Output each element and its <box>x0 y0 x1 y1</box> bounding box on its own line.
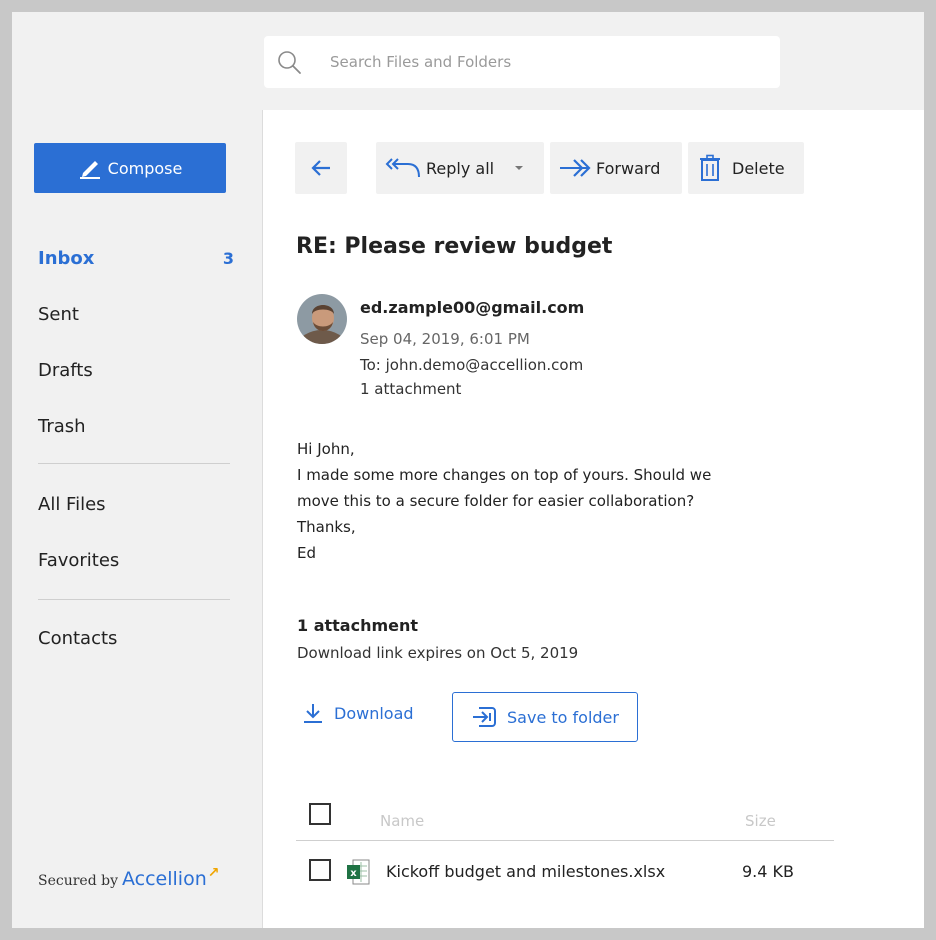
message-body-line: Hi John, <box>297 440 355 458</box>
delete-button[interactable]: Delete <box>688 142 804 194</box>
sidebar-item-label: Inbox <box>38 247 95 269</box>
message-date: Sep 04, 2019, 6:01 PM <box>360 330 530 348</box>
excel-file-icon: x <box>347 859 370 885</box>
sidebar-item-label: Sent <box>38 303 79 325</box>
sender-email[interactable]: ed.zample00@gmail.com <box>360 298 584 317</box>
brand-name: Accellion <box>122 868 207 890</box>
file-row-checkbox[interactable] <box>309 859 331 881</box>
chevron-down-icon[interactable] <box>514 164 524 172</box>
sidebar-item-contacts[interactable]: Contacts <box>38 623 234 653</box>
attachment-file-size: 9.4 KB <box>742 862 794 881</box>
avatar <box>297 294 347 344</box>
attachments-title: 1 attachment <box>297 616 419 635</box>
download-label: Download <box>334 703 414 723</box>
brand-mark-icon: ↗ <box>207 865 220 881</box>
recipient-line: To: john.demo@accellion.com <box>360 356 584 374</box>
select-all-checkbox[interactable] <box>309 803 331 825</box>
sidebar-item-label: Trash <box>38 415 86 437</box>
sidebar-item-label: All Files <box>38 493 106 515</box>
column-header-size[interactable]: Size <box>745 812 776 830</box>
sidebar-item-drafts[interactable]: Drafts <box>38 355 234 385</box>
sidebar-item-label: Drafts <box>38 359 93 381</box>
save-to-folder-button[interactable]: Save to folder <box>452 692 638 742</box>
sidebar-item-inbox[interactable]: Inbox 3 <box>38 243 234 273</box>
sidebar-divider <box>38 463 230 464</box>
column-header-name[interactable]: Name <box>380 812 424 830</box>
sidebar-item-label: Favorites <box>38 549 120 571</box>
reply-all-button[interactable]: Reply all <box>376 142 544 194</box>
attachment-count: 1 attachment <box>360 380 462 398</box>
table-divider <box>296 840 834 841</box>
compose-label: Compose <box>107 158 183 178</box>
svg-text:x: x <box>350 868 357 879</box>
pencil-icon <box>79 161 100 179</box>
sidebar-divider <box>38 599 230 600</box>
back-button[interactable] <box>295 142 347 194</box>
delete-label: Delete <box>732 158 785 178</box>
sidebar-item-label: Contacts <box>38 627 118 649</box>
message-body-line: I made some more changes on top of yours… <box>297 466 712 484</box>
reply-all-label: Reply all <box>426 158 495 178</box>
save-to-folder-label: Save to folder <box>507 707 619 727</box>
forward-label: Forward <box>596 158 661 178</box>
attachment-file-name[interactable]: Kickoff budget and milestones.xlsx <box>386 862 665 881</box>
download-expiry: Download link expires on Oct 5, 2019 <box>297 644 579 662</box>
search-icon <box>278 51 301 74</box>
save-to-folder-icon <box>473 707 497 727</box>
top-bar <box>12 12 924 110</box>
reply-all-icon <box>385 158 420 178</box>
trash-icon <box>700 154 720 181</box>
compose-button[interactable]: Compose <box>34 143 226 193</box>
secured-by-text: Secured by <box>38 873 118 889</box>
search-box[interactable] <box>264 36 780 88</box>
message-subject: RE: Please review budget <box>296 234 613 259</box>
search-input[interactable] <box>330 50 750 74</box>
message-body-line: Ed <box>297 544 316 562</box>
download-button[interactable]: Download <box>302 702 414 724</box>
sidebar-item-favorites[interactable]: Favorites <box>38 545 234 575</box>
download-icon <box>304 704 322 723</box>
sidebar-item-trash[interactable]: Trash <box>38 411 234 441</box>
sidebar-item-sent[interactable]: Sent <box>38 299 234 329</box>
sidebar-item-all-files[interactable]: All Files <box>38 489 234 519</box>
forward-icon <box>560 159 591 177</box>
secured-by-logo: Secured by Accellion ↗ <box>38 865 222 890</box>
email-app-window: Compose Inbox 3 Sent Drafts Trash All Fi… <box>12 12 924 928</box>
message-body-line: move this to a secure folder for easier … <box>297 492 695 510</box>
sidebar: Compose Inbox 3 Sent Drafts Trash All Fi… <box>12 110 263 928</box>
forward-button[interactable]: Forward <box>550 142 682 194</box>
unread-count-badge: 3 <box>222 248 234 268</box>
arrow-left-icon <box>311 160 330 176</box>
message-body-line: Thanks, <box>297 518 356 536</box>
